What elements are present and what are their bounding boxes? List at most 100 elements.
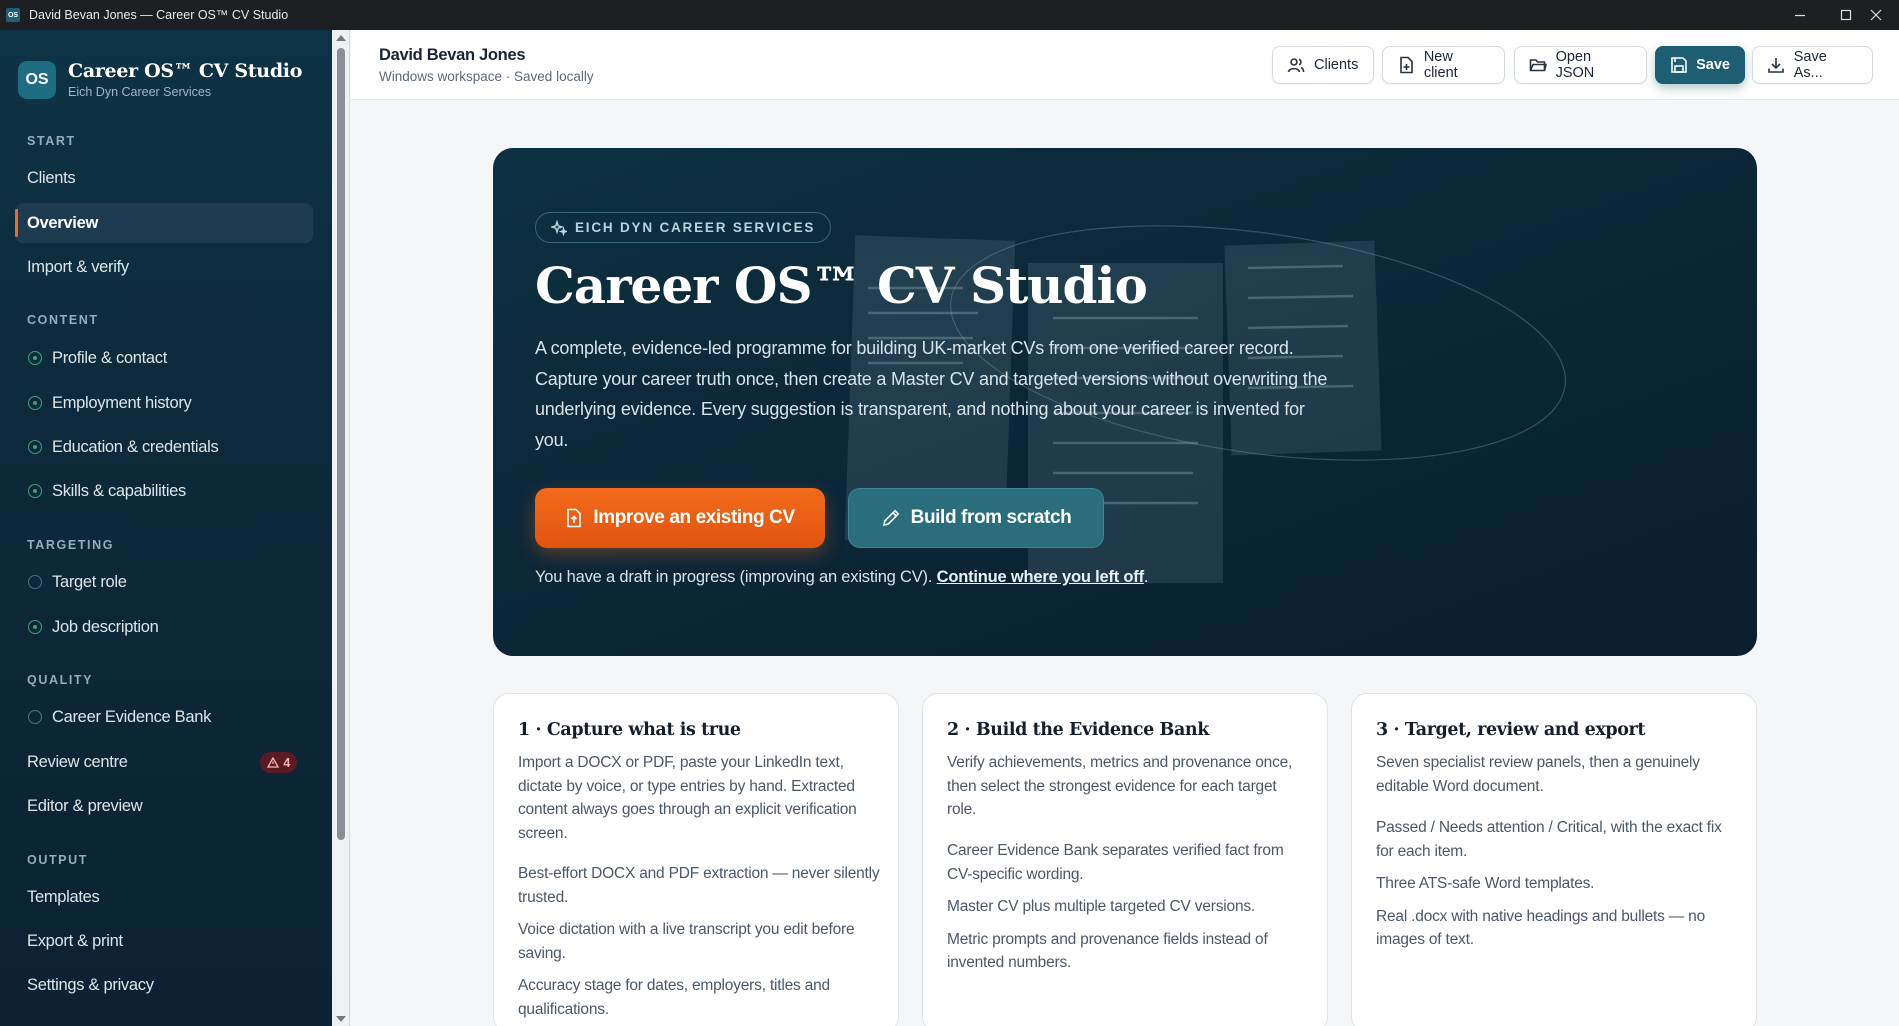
- new-client-button[interactable]: New client: [1382, 46, 1505, 84]
- sidebar-item-education[interactable]: Education & credentials: [15, 427, 313, 467]
- new-client-button-label: New client: [1423, 49, 1458, 81]
- sidebar-item-label: Overview: [27, 213, 98, 232]
- warning-icon: [267, 757, 280, 768]
- sidebar-item-settings[interactable]: Settings & privacy: [15, 965, 313, 1005]
- brand-name: Career OS™ CV Studio: [68, 60, 303, 82]
- draft-text: You have a draft in progress (improving …: [535, 568, 937, 586]
- sidebar-scrollbar[interactable]: [332, 30, 350, 1026]
- sidebar-item-label: Settings & privacy: [27, 975, 154, 994]
- list-item: Master CV plus multiple targeted CV vers…: [947, 898, 1256, 915]
- sidebar-item-clients[interactable]: Clients: [15, 158, 313, 198]
- card-intro: Verify achievements, metrics and provena…: [947, 754, 1293, 818]
- sidebar-item-target-role[interactable]: Target role: [15, 562, 313, 602]
- sidebar: OS Career OS™ CV Studio Eich Dyn Career …: [0, 30, 332, 1026]
- review-count: 4: [283, 755, 290, 770]
- close-button[interactable]: [1853, 0, 1899, 30]
- section-quality: QUALITY: [27, 673, 94, 687]
- section-content: CONTENT: [27, 313, 99, 327]
- sidebar-item-label: Skills & capabilities: [52, 481, 187, 500]
- hero-title: Career OS™ CV Studio: [535, 256, 1148, 315]
- sidebar-item-label: Editor & preview: [27, 796, 143, 815]
- brand-pill-label: EICH DYN CAREER SERVICES: [575, 220, 816, 235]
- sidebar-item-label: Job description: [52, 617, 159, 636]
- save-status: Windows workspace · Saved locally: [379, 69, 594, 84]
- brand: OS Career OS™ CV Studio Eich Dyn Career …: [18, 60, 302, 99]
- sidebar-item-label: Import & verify: [27, 257, 129, 276]
- sidebar-item-export[interactable]: Export & print: [15, 921, 313, 961]
- window-title: David Bevan Jones — Career OS™ CV Studio: [29, 8, 289, 22]
- sidebar-item-job-description[interactable]: Job description: [15, 607, 313, 647]
- users-icon: [1287, 58, 1305, 73]
- sidebar-item-label: Templates: [27, 887, 100, 906]
- scroll-up-arrow-icon[interactable]: [336, 35, 346, 41]
- complete-status-icon: [28, 620, 42, 634]
- build-from-scratch-label: Build from scratch: [910, 507, 1072, 528]
- sidebar-item-review-centre[interactable]: Review centre 4: [15, 742, 313, 782]
- scroll-down-arrow-icon[interactable]: [336, 1016, 346, 1022]
- card-bullets: Best-effort DOCX and PDF extraction — ne…: [518, 862, 880, 1026]
- scrollbar-thumb[interactable]: [337, 48, 345, 840]
- sidebar-item-label: Education & credentials: [52, 437, 219, 456]
- complete-status-icon: [28, 396, 42, 410]
- sidebar-item-templates[interactable]: Templates: [15, 877, 313, 917]
- list-item: Passed / Needs attention / Critical, wit…: [1376, 819, 1722, 860]
- minimize-button[interactable]: [1777, 0, 1823, 30]
- step-card-capture: 1 · Capture what is true Import a DOCX o…: [493, 693, 899, 1026]
- save-button[interactable]: Save: [1655, 46, 1745, 84]
- section-start: START: [27, 134, 76, 148]
- clients-button[interactable]: Clients: [1272, 46, 1374, 84]
- open-json-button-label: Open JSON: [1555, 49, 1595, 81]
- draft-end: .: [1143, 568, 1149, 586]
- sidebar-item-profile[interactable]: Profile & contact: [15, 338, 313, 378]
- step-card-export: 3 · Target, review and export Seven spec…: [1351, 693, 1757, 1026]
- continue-draft-link[interactable]: Continue where you left off: [937, 568, 1144, 586]
- window-titlebar: OS David Bevan Jones — Career OS™ CV Stu…: [0, 0, 1899, 30]
- sidebar-item-label: Employment history: [52, 393, 192, 412]
- brand-pill: EICH DYN CAREER SERVICES: [535, 212, 832, 243]
- app-icon: OS: [6, 8, 20, 22]
- sidebar-item-label: Clients: [27, 168, 76, 187]
- list-item: Voice dictation with a live transcript y…: [518, 921, 855, 962]
- save-as-button[interactable]: Save As...: [1752, 46, 1873, 84]
- close-icon: [1870, 9, 1882, 21]
- review-count-badge: 4: [260, 752, 297, 773]
- sidebar-item-import[interactable]: Import & verify: [15, 247, 313, 287]
- improve-existing-cv-label: Improve an existing CV: [593, 507, 795, 528]
- client-name: David Bevan Jones: [379, 46, 526, 64]
- complete-status-icon: [28, 484, 42, 498]
- section-output: OUTPUT: [27, 853, 88, 867]
- sidebar-item-label: Export & print: [27, 931, 123, 950]
- card-bullets: Passed / Needs attention / Critical, wit…: [1376, 816, 1738, 961]
- sidebar-item-label: Review centre: [27, 752, 128, 771]
- maximize-icon: [1840, 9, 1852, 21]
- complete-status-icon: [28, 440, 42, 454]
- folder-open-icon: [1529, 59, 1547, 72]
- build-from-scratch-button[interactable]: Build from scratch: [848, 488, 1104, 548]
- card-title: 1 · Capture what is true: [518, 720, 741, 740]
- hero-banner: EICH DYN CAREER SERVICES Career OS™ CV S…: [493, 148, 1757, 656]
- section-targeting: TARGETING: [27, 538, 115, 552]
- sidebar-item-skills[interactable]: Skills & capabilities: [15, 471, 313, 511]
- list-item: Three ATS-safe Word templates.: [1376, 875, 1595, 892]
- sidebar-item-editor[interactable]: Editor & preview: [15, 786, 313, 826]
- incomplete-status-icon: [28, 710, 42, 724]
- sidebar-item-label: Target role: [52, 572, 127, 591]
- list-item: Accuracy stage for dates, employers, tit…: [518, 977, 830, 1018]
- sidebar-item-evidence-bank[interactable]: Career Evidence Bank: [15, 697, 313, 737]
- list-item: Best-effort DOCX and PDF extraction — ne…: [518, 865, 880, 906]
- top-header: David Bevan Jones Windows workspace · Sa…: [351, 30, 1899, 100]
- sidebar-item-employment[interactable]: Employment history: [15, 383, 313, 423]
- save-as-button-label: Save As...: [1793, 49, 1827, 81]
- card-intro: Seven specialist review panels, then a g…: [1376, 754, 1700, 795]
- list-item: Metric prompts and provenance fields ins…: [947, 930, 1268, 972]
- complete-status-icon: [28, 351, 42, 365]
- list-item: Real .docx with native headings and bull…: [1376, 907, 1706, 949]
- improve-existing-cv-button[interactable]: Improve an existing CV: [535, 488, 825, 548]
- hero-description: A complete, evidence-led programme for b…: [535, 338, 1328, 450]
- sidebar-item-overview[interactable]: Overview: [15, 203, 313, 243]
- brand-logo: OS: [18, 60, 56, 99]
- upload-file-icon: [567, 508, 582, 528]
- card-title: 3 · Target, review and export: [1376, 720, 1646, 740]
- new-file-icon: [1400, 56, 1413, 74]
- open-json-button[interactable]: Open JSON: [1514, 46, 1647, 84]
